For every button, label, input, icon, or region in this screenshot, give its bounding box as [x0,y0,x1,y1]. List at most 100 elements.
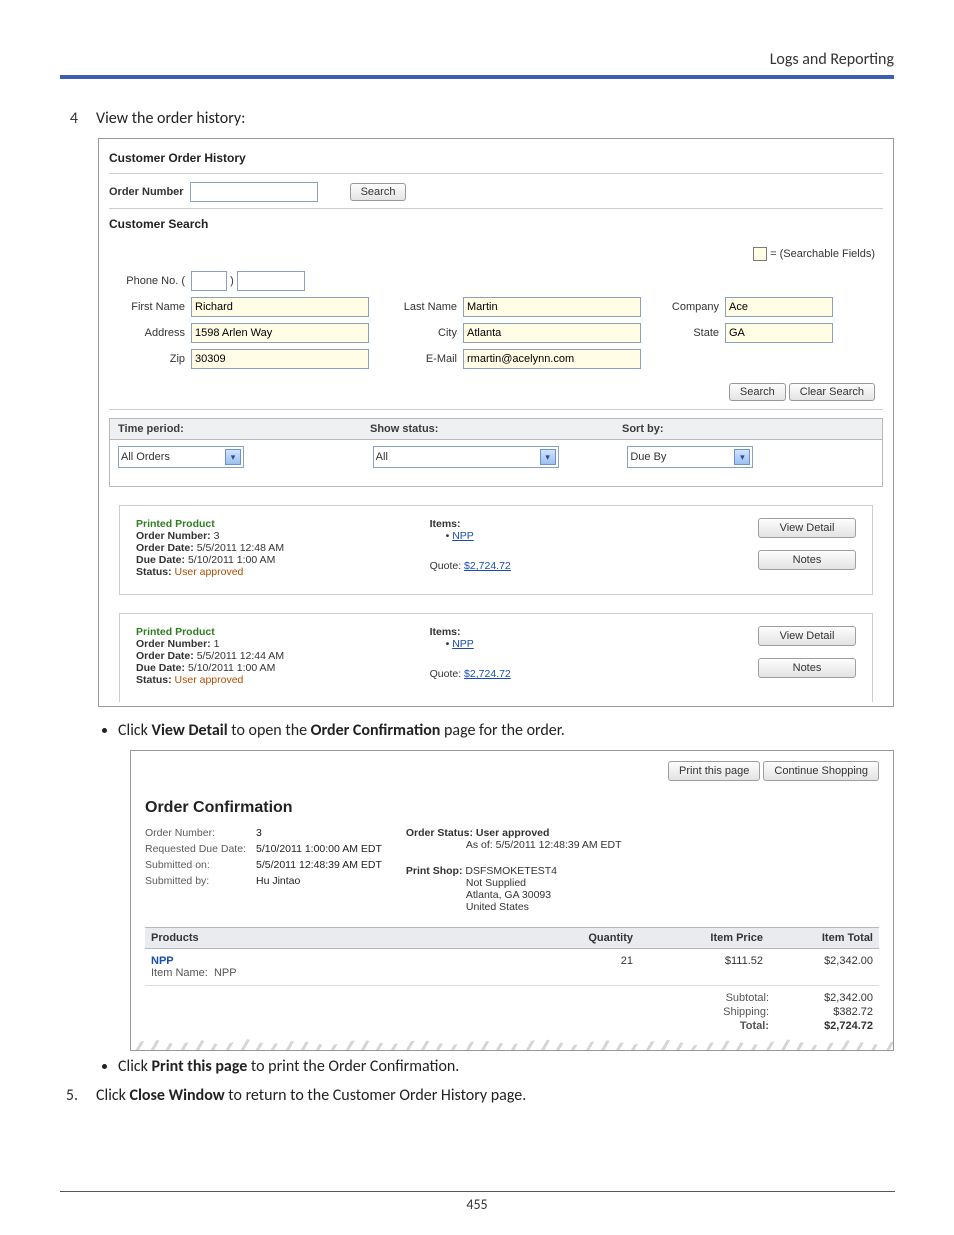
quote-label: Quote: [430,560,462,572]
notes-button[interactable]: Notes [758,550,856,570]
first-name-input[interactable] [191,297,369,317]
item-link[interactable]: NPP [452,530,474,542]
total-value: $2,724.72 [793,1020,873,1032]
items-label: Items: [430,626,461,638]
figure-order-confirmation: Print this page Continue Shopping Order … [130,750,894,1051]
order-date-label: Order Date: [136,542,194,554]
search-button[interactable]: Search [350,183,407,201]
text: to return to the Customer Order History … [225,1086,527,1105]
subtotal-value: $2,342.00 [793,992,873,1004]
total-label: Total: [723,1020,769,1032]
figure-order-history: Customer Order History Order Number Sear… [98,138,894,707]
divider [109,409,883,410]
last-name-input[interactable] [463,297,641,317]
col-item-total: Item Total [763,932,873,944]
step-4-number: 4 [60,109,78,128]
text-bold: Order Confirmation [311,721,441,740]
requested-due-date-value: 5/10/2011 1:00:00 AM EDT [256,843,382,855]
show-status-label: Show status: [370,423,622,435]
totals: Subtotal:$2,342.00 Shipping:$382.72 Tota… [145,986,879,1032]
order-number-input[interactable] [190,182,318,202]
text: to open the [228,721,311,740]
filter-body: All Orders ▾ All ▾ Due By ▾ [109,440,883,487]
phone-number-input[interactable] [237,271,305,291]
subtotal-label: Subtotal: [723,992,769,1004]
order-number-label: Order Number [109,186,184,198]
print-shop-label: Print Shop: [406,865,463,877]
bullet-view-detail: Click View Detail to open the Order Conf… [118,721,894,740]
item-name-value: NPP [214,967,237,979]
time-period-select[interactable]: All Orders ▾ [118,446,244,468]
email-label: E-Mail [387,353,457,365]
email-input[interactable] [463,349,641,369]
text: Click [118,721,152,740]
company-input[interactable] [725,297,833,317]
status-label: Status: [136,674,172,686]
show-status-value: All [376,451,388,463]
history-title: Customer Order History [109,151,883,165]
order-number-label: Order Number: [136,638,211,650]
notes-button[interactable]: Notes [758,658,856,678]
confirm-right-column: Order Status: User approved As of: 5/5/2… [406,827,622,913]
item-price-value: $111.52 [633,955,763,979]
products-table-header: Products Quantity Item Price Item Total [145,927,879,949]
order-type: Printed Product [136,626,410,638]
phone-area-input[interactable] [191,271,227,291]
quote-link[interactable]: $2,724.72 [464,668,511,680]
print-shop-line: Not Supplied [406,877,622,889]
due-date-value: 5/10/2011 1:00 AM [188,662,275,674]
phone-group: ) [191,271,381,291]
time-period-value: All Orders [121,451,170,463]
order-number-value: 3 [214,530,220,542]
time-period-label: Time period: [118,423,370,435]
order-number-row: Order Number Search [109,182,883,202]
step-4-text: View the order history: [96,109,894,128]
step-5-text: Click Close Window to return to the Cust… [96,1086,894,1105]
running-head: Logs and Reporting [60,50,894,69]
phone-label: Phone No. ( [115,275,185,287]
view-detail-button[interactable]: View Detail [758,626,856,646]
product-name: NPP [151,955,543,967]
customer-search-title: Customer Search [109,217,883,231]
divider [109,173,883,174]
item-link[interactable]: NPP [452,638,474,650]
divider [109,208,883,209]
submitted-by-value: Hu Jintao [256,875,382,887]
state-input[interactable] [725,323,833,343]
step-4: 4 View the order history: [60,109,894,128]
clear-search-button[interactable]: Clear Search [789,383,875,401]
item-name-label: Item Name: [151,967,208,979]
order-status: Order Status: User approved [406,827,550,839]
due-date-label: Due Date: [136,554,185,566]
legend: = (Searchable Fields) [109,247,875,261]
continue-shopping-button[interactable]: Continue Shopping [763,761,879,781]
quote-link[interactable]: $2,724.72 [464,560,511,572]
chevron-down-icon: ▾ [540,449,556,465]
order-date-label: Order Date: [136,650,194,662]
page-number: 455 [60,1191,895,1213]
items-label: Items: [430,518,461,530]
filter-header: Time period: Show status: Sort by: [109,418,883,440]
text: page for the order. [440,721,564,740]
show-status-select[interactable]: All ▾ [373,446,559,468]
first-name-label: First Name [115,301,185,313]
customer-search-button[interactable]: Search [729,383,786,401]
table-row: NPP Item Name: NPP 21 $111.52 $2,342.00 [145,949,879,986]
shipping-value: $382.72 [793,1006,873,1018]
header-rule [60,75,894,79]
chevron-down-icon: ▾ [734,449,750,465]
order-card: Printed Product Order Number: 1 Order Da… [119,613,873,702]
text-bold: Print this page [152,1057,248,1076]
zip-input[interactable] [191,349,369,369]
print-shop-name: DSFSMOKETEST4 [465,865,557,877]
address-input[interactable] [191,323,369,343]
col-item-price: Item Price [633,932,763,944]
order-number-label: Order Number: [136,530,211,542]
city-input[interactable] [463,323,641,343]
zip-label: Zip [115,353,185,365]
order-date-value: 5/5/2011 12:44 AM [197,650,284,662]
sort-by-select[interactable]: Due By ▾ [627,446,753,468]
print-this-page-button[interactable]: Print this page [668,761,760,781]
as-of-value: 5/5/2011 12:48:39 AM EDT [496,839,622,851]
view-detail-button[interactable]: View Detail [758,518,856,538]
